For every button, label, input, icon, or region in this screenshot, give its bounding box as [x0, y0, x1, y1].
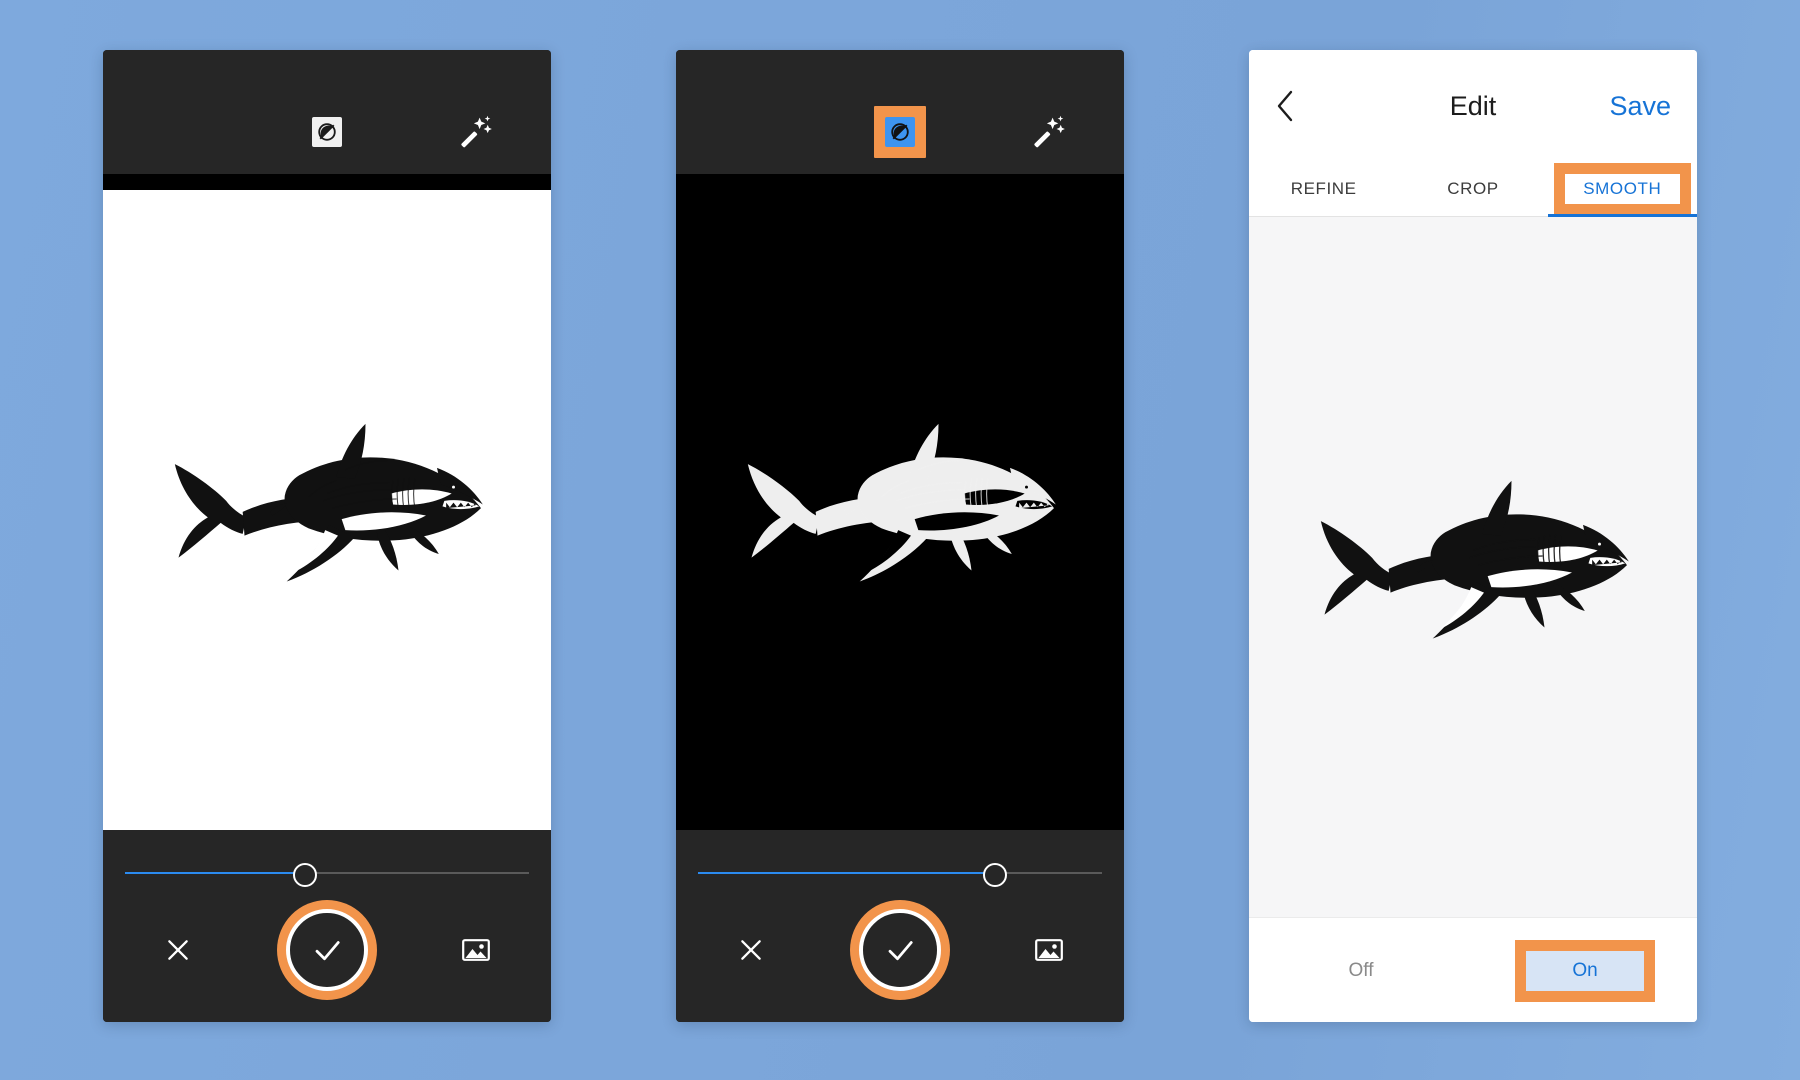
slider-thumb[interactable]	[292, 863, 317, 887]
invert-icon	[884, 117, 915, 147]
back-button[interactable]	[1275, 89, 1297, 123]
shark-image-1	[103, 409, 551, 611]
edit-header: Edit Save	[1249, 50, 1697, 162]
tab-smooth[interactable]: SMOOTH	[1547, 162, 1697, 217]
shark-image-2	[676, 409, 1124, 611]
gallery-button-1[interactable]	[402, 938, 551, 962]
capture-topbar-2	[676, 50, 1124, 174]
tab-refine[interactable]: REFINE	[1249, 162, 1398, 216]
smooth-option-on[interactable]: On	[1473, 940, 1697, 1002]
shark-image-3	[1249, 466, 1697, 668]
panel-edit: Edit Save REFINE CROP SMOOTH Off On	[1249, 50, 1697, 1022]
cancel-button-1[interactable]	[103, 937, 252, 963]
invert-highlight-box	[873, 106, 926, 158]
capture-bottombar-1	[103, 830, 551, 1022]
capture-canvas-2	[676, 190, 1124, 830]
check-icon	[888, 941, 913, 961]
invert-icon	[311, 117, 342, 147]
divider-strip	[676, 174, 1124, 190]
smooth-option-off-label: Off	[1348, 960, 1374, 981]
slider-fill	[125, 872, 303, 874]
panel-capture-inverted	[676, 50, 1124, 1022]
tab-crop[interactable]: CROP	[1398, 162, 1547, 216]
smooth-option-off[interactable]: Off	[1249, 960, 1473, 982]
close-icon	[740, 940, 761, 960]
cancel-button-2[interactable]	[676, 937, 825, 963]
gallery-icon	[1035, 939, 1064, 961]
smooth-option-on-pill: On	[1515, 940, 1655, 1002]
smooth-option-on-label: On	[1572, 960, 1598, 981]
confirm-button-1[interactable]	[252, 900, 401, 1000]
divider-strip	[103, 174, 551, 190]
smooth-toggle-footer: Off On	[1249, 917, 1697, 1022]
close-icon	[167, 940, 188, 960]
tab-smooth-label: SMOOTH	[1583, 179, 1662, 198]
shark-illustration-inverted	[747, 423, 1056, 582]
save-button[interactable]: Save	[1609, 91, 1671, 122]
exposure-slider-2[interactable]	[698, 862, 1102, 887]
slider-fill	[698, 872, 993, 874]
invert-button-2[interactable]	[825, 106, 974, 158]
capture-bottombar-2	[676, 830, 1124, 1022]
canvas-background: Edit Save REFINE CROP SMOOTH Off On	[0, 0, 1800, 1080]
slider-thumb[interactable]	[982, 863, 1007, 887]
auto-enhance-button-2[interactable]	[975, 114, 1124, 150]
confirm-highlight-ring	[849, 900, 950, 1000]
confirm-highlight-ring	[276, 900, 377, 1000]
invert-button-1[interactable]	[252, 117, 401, 147]
exposure-slider-1[interactable]	[125, 862, 529, 887]
gallery-button-2[interactable]	[975, 938, 1124, 962]
edit-tabbar: REFINE CROP SMOOTH	[1249, 162, 1697, 217]
back-chevron-icon	[1277, 90, 1293, 122]
shark-illustration	[174, 423, 483, 582]
magic-wand-icon	[461, 115, 493, 148]
shark-illustration-smoothed	[1320, 480, 1629, 639]
magic-wand-icon	[1034, 115, 1066, 148]
capture-canvas-1	[103, 190, 551, 830]
auto-enhance-button-1[interactable]	[402, 114, 551, 150]
gallery-icon	[462, 939, 491, 961]
confirm-button-2[interactable]	[825, 900, 974, 1000]
capture-topbar	[103, 50, 551, 174]
edit-canvas	[1249, 217, 1697, 917]
panel-capture-original	[103, 50, 551, 1022]
check-icon	[315, 941, 340, 961]
